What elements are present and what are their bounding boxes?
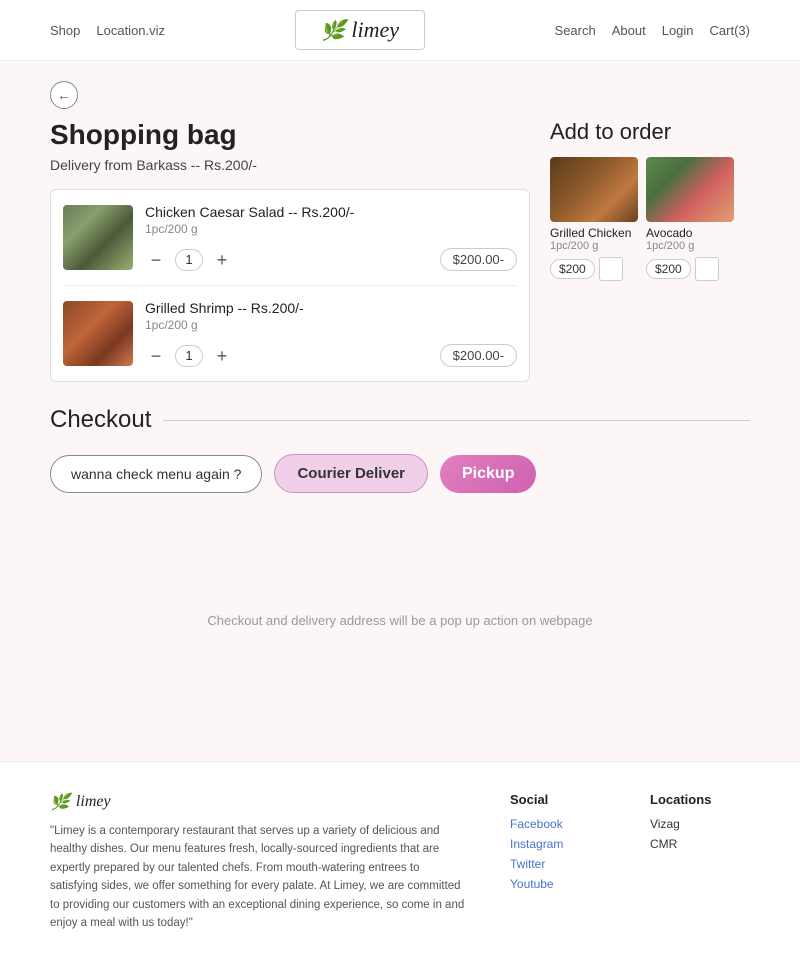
footer-leaf-icon: 🌿 (50, 792, 70, 812)
order-item-img-chicken (550, 157, 638, 222)
order-price-btn-chicken[interactable]: $200 (550, 259, 595, 279)
order-add-checkbox-chicken[interactable] (599, 257, 623, 281)
footer-facebook-link[interactable]: Facebook (510, 817, 610, 831)
qty-increase-shrimp[interactable]: + (211, 345, 233, 367)
item-controls-caesar: − 1 + $200.00- (145, 248, 517, 271)
list-item: Grilled Chicken 1pc/200 g $200 (550, 157, 638, 281)
qty-control-shrimp: − 1 + (145, 345, 233, 367)
footer-logo-text: limey (76, 793, 111, 811)
order-price-btn-avocado[interactable]: $200 (646, 259, 691, 279)
order-items-grid: Grilled Chicken 1pc/200 g $200 Avocado 1… (550, 157, 750, 281)
footer: 🌿 limey "Limey is a contemporary restaur… (0, 761, 800, 962)
order-add-checkbox-avocado[interactable] (695, 257, 719, 281)
footer-locations-title: Locations (650, 792, 750, 807)
nav-shop[interactable]: Shop (50, 23, 80, 38)
item-price-caesar: $200.00- (440, 248, 517, 271)
footer-youtube-link[interactable]: Youtube (510, 877, 610, 891)
checkout-note: Checkout and delivery address will be a … (50, 613, 750, 628)
shopping-area: Shopping bag Delivery from Barkass -- Rs… (50, 119, 750, 382)
courier-deliver-button[interactable]: Courier Deliver (274, 454, 428, 493)
footer-twitter-link[interactable]: Twitter (510, 857, 610, 871)
table-row: Chicken Caesar Salad -- Rs.200/- 1pc/200… (63, 190, 517, 286)
shopping-bag-section: Shopping bag Delivery from Barkass -- Rs… (50, 119, 530, 382)
footer-social-col: Social Facebook Instagram Twitter Youtub… (510, 792, 610, 932)
qty-decrease-caesar[interactable]: − (145, 249, 167, 271)
item-portion-caesar: 1pc/200 g (145, 222, 517, 236)
pickup-button[interactable]: Pickup (440, 455, 536, 493)
checkout-header: Checkout (50, 406, 750, 434)
qty-value-caesar: 1 (175, 249, 203, 271)
nav-left: Shop Location.viz (50, 23, 165, 38)
nav-search[interactable]: Search (555, 23, 596, 38)
list-item: Avocado 1pc/200 g $200 (646, 157, 734, 281)
checkout-title: Checkout (50, 406, 151, 434)
order-item-name-chicken: Grilled Chicken (550, 226, 638, 240)
order-item-img-avocado (646, 157, 734, 222)
footer-instagram-link[interactable]: Instagram (510, 837, 610, 851)
checkout-buttons: wanna check menu again ? Courier Deliver… (50, 454, 750, 493)
delivery-info: Delivery from Barkass -- Rs.200/- (50, 157, 530, 173)
footer-brand: 🌿 limey "Limey is a contemporary restaur… (50, 792, 470, 932)
navigation: Shop Location.viz 🌿 limey Search About L… (0, 0, 800, 61)
nav-location[interactable]: Location.viz (96, 23, 165, 38)
nav-login[interactable]: Login (662, 23, 694, 38)
item-info-shrimp: Grilled Shrimp -- Rs.200/- 1pc/200 g − 1… (145, 300, 517, 367)
leaf-icon: 🌿 (321, 18, 346, 43)
nav-logo[interactable]: 🌿 limey (295, 10, 425, 50)
order-item-name-avocado: Avocado (646, 226, 734, 240)
check-menu-button[interactable]: wanna check menu again ? (50, 455, 262, 493)
item-price-shrimp: $200.00- (440, 344, 517, 367)
item-image-caesar (63, 205, 133, 270)
footer-logo: 🌿 limey (50, 792, 470, 812)
order-item-portion-chicken: 1pc/200 g (550, 240, 638, 252)
back-button[interactable]: ← (50, 81, 78, 109)
checkout-section: Checkout wanna check menu again ? Courie… (50, 406, 750, 628)
order-item-controls-avocado: $200 (646, 257, 734, 281)
item-controls-shrimp: − 1 + $200.00- (145, 344, 517, 367)
footer-social-title: Social (510, 792, 610, 807)
main-content: ← Shopping bag Delivery from Barkass -- … (0, 61, 800, 761)
logo-text: limey (351, 17, 399, 43)
item-info-caesar: Chicken Caesar Salad -- Rs.200/- 1pc/200… (145, 204, 517, 271)
item-portion-shrimp: 1pc/200 g (145, 318, 517, 332)
footer-description: "Limey is a contemporary restaurant that… (50, 822, 470, 932)
nav-cart[interactable]: Cart(3) (710, 23, 750, 38)
order-item-portion-avocado: 1pc/200 g (646, 240, 734, 252)
qty-value-shrimp: 1 (175, 345, 203, 367)
qty-decrease-shrimp[interactable]: − (145, 345, 167, 367)
qty-control-caesar: − 1 + (145, 249, 233, 271)
order-item-controls-chicken: $200 (550, 257, 638, 281)
nav-about[interactable]: About (612, 23, 646, 38)
item-name-shrimp: Grilled Shrimp -- Rs.200/- (145, 300, 517, 316)
checkout-divider (163, 420, 750, 421)
footer-locations-col: Locations Vizag CMR (650, 792, 750, 932)
item-image-shrimp (63, 301, 133, 366)
shopping-bag-title: Shopping bag (50, 119, 530, 151)
table-row: Grilled Shrimp -- Rs.200/- 1pc/200 g − 1… (63, 286, 517, 381)
footer-location-cmr: CMR (650, 837, 750, 851)
item-name-caesar: Chicken Caesar Salad -- Rs.200/- (145, 204, 517, 220)
nav-right: Search About Login Cart(3) (555, 23, 750, 38)
add-to-order-section: Add to order Grilled Chicken 1pc/200 g $… (550, 119, 750, 382)
add-to-order-title: Add to order (550, 119, 750, 145)
cart-items-list: Chicken Caesar Salad -- Rs.200/- 1pc/200… (50, 189, 530, 382)
footer-location-vizag: Vizag (650, 817, 750, 831)
qty-increase-caesar[interactable]: + (211, 249, 233, 271)
